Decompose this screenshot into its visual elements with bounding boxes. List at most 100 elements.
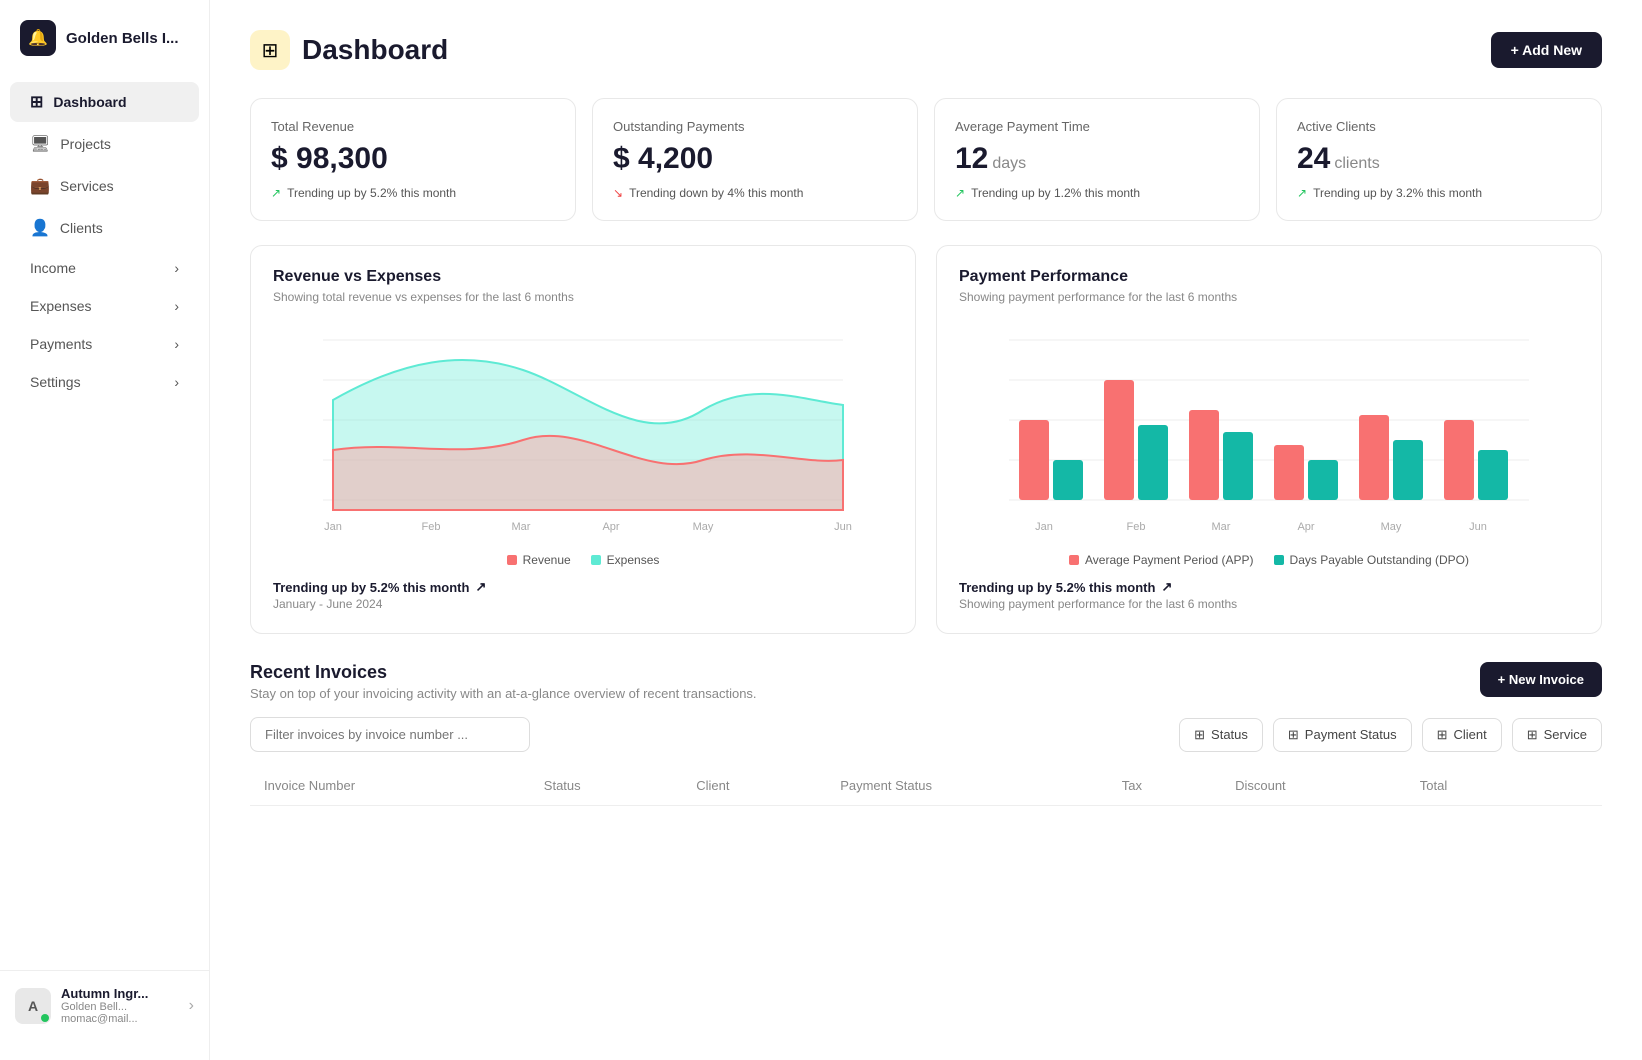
col-payment-status: Payment Status [826,766,1108,806]
add-new-button[interactable]: + Add New [1491,32,1602,68]
legend-dot [591,555,601,565]
stat-value: $ 4,200 [613,142,897,176]
filter-icon: ⊞ [1437,727,1448,743]
invoices-title: Recent Invoices [250,662,757,683]
stat-label: Active Clients [1297,119,1581,134]
svg-text:Jan: Jan [1035,521,1053,533]
search-input[interactable] [250,717,530,752]
chart-trend: Trending up by 5.2% this month ↗ [959,579,1579,595]
invoices-header: Recent Invoices Stay on top of your invo… [250,662,1602,701]
chart-date-range: January - June 2024 [273,597,893,611]
client-filter-button[interactable]: ⊞ Client [1422,718,1502,752]
invoices-toolbar: ⊞ Status ⊞ Payment Status ⊞ Client ⊞ Ser… [250,717,1602,752]
stat-value: 12days [955,142,1239,176]
invoices-section: Recent Invoices Stay on top of your invo… [250,662,1602,806]
stat-label: Outstanding Payments [613,119,897,134]
sidebar-section-income[interactable]: Income › [10,250,199,286]
stat-active-clients: Active Clients 24clients ↗ Trending up b… [1276,98,1602,221]
stats-grid: Total Revenue $ 98,300 ↗ Trending up by … [250,98,1602,221]
user-footer[interactable]: A Autumn Ingr... Golden Bell... momac@ma… [0,970,209,1040]
svg-text:May: May [1381,521,1402,533]
legend-dot [1274,555,1284,565]
chart-legend: Revenue Expenses [273,553,893,567]
stat-label: Average Payment Time [955,119,1239,134]
services-icon: 💼 [30,176,50,196]
page-title: Dashboard [302,34,448,66]
svg-text:Apr: Apr [1297,521,1314,533]
col-discount: Discount [1221,766,1406,806]
sidebar-item-label: Dashboard [53,94,126,110]
col-total: Total [1406,766,1536,806]
sidebar-item-services[interactable]: 💼 Services [10,166,199,206]
sidebar-item-label: Services [60,178,114,194]
sidebar-item-clients[interactable]: 👤 Clients [10,208,199,248]
legend-app: Average Payment Period (APP) [1069,553,1254,567]
trend-up-icon: ↗ [271,186,281,200]
new-invoice-button[interactable]: + New Invoice [1480,662,1602,697]
chart-legend: Average Payment Period (APP) Days Payabl… [959,553,1579,567]
invoices-title-block: Recent Invoices Stay on top of your invo… [250,662,757,701]
stat-label: Total Revenue [271,119,555,134]
projects-icon: 🖥 [30,134,50,154]
sidebar-item-dashboard[interactable]: ⊞ Dashboard [10,82,199,122]
invoices-subtitle: Stay on top of your invoicing activity w… [250,686,757,701]
svg-text:Mar: Mar [1212,521,1231,533]
col-client: Client [682,766,826,806]
sidebar: 🔔 Golden Bells I... ⊞ Dashboard 🖥 Projec… [0,0,210,1060]
user-company: Golden Bell... [61,1001,179,1013]
main-content: ⊞ Dashboard + Add New Total Revenue $ 98… [210,0,1642,1060]
sidebar-item-label: Projects [60,136,111,152]
user-name: Autumn Ingr... [61,986,179,1001]
chart-footer: Trending up by 5.2% this month ↗ January… [273,579,893,611]
trend-arrow-icon: ↗ [475,579,486,595]
clients-icon: 👤 [30,218,50,238]
sidebar-section-settings[interactable]: Settings › [10,364,199,400]
chart-subtitle: Showing payment performance for the last… [959,290,1579,304]
stat-outstanding-payments: Outstanding Payments $ 4,200 ↘ Trending … [592,98,918,221]
stat-trend: ↗ Trending up by 5.2% this month [271,186,555,200]
sidebar-logo: 🔔 Golden Bells I... [0,20,209,80]
col-invoice-number: Invoice Number [250,766,530,806]
user-info: Autumn Ingr... Golden Bell... momac@mail… [61,986,179,1025]
stat-trend: ↘ Trending down by 4% this month [613,186,897,200]
revenue-chart-card: Revenue vs Expenses Showing total revenu… [250,245,916,634]
col-actions [1536,766,1602,806]
trend-down-icon: ↘ [613,186,623,200]
chart-subtitle: Showing total revenue vs expenses for th… [273,290,893,304]
service-filter-button[interactable]: ⊞ Service [1512,718,1602,752]
online-indicator [41,1014,49,1022]
sidebar-section-payments[interactable]: Payments › [10,326,199,362]
chevron-down-icon: › [189,997,194,1015]
stat-value: 24clients [1297,142,1581,176]
user-email: momac@mail... [61,1013,179,1025]
chevron-down-icon: › [174,336,179,352]
chart-title: Revenue vs Expenses [273,268,893,286]
charts-row: Revenue vs Expenses Showing total revenu… [250,245,1602,634]
status-filter-button[interactable]: ⊞ Status [1179,718,1263,752]
payment-chart-card: Payment Performance Showing payment perf… [936,245,1602,634]
svg-text:Jun: Jun [1469,521,1487,533]
main-nav: ⊞ Dashboard 🖥 Projects 💼 Services 👤 Clie… [0,80,209,402]
table-header-row: Invoice Number Status Client Payment Sta… [250,766,1602,806]
legend-dot [507,555,517,565]
filter-icon: ⊞ [1194,727,1205,743]
svg-text:Feb: Feb [422,521,441,533]
revenue-chart: Jan Feb Mar Apr May Jun [273,320,893,540]
dashboard-title-icon: ⊞ [250,30,290,70]
sidebar-item-label: Clients [60,220,103,236]
trend-up-icon: ↗ [1297,186,1307,200]
chart-title: Payment Performance [959,268,1579,286]
stat-avg-payment-time: Average Payment Time 12days ↗ Trending u… [934,98,1260,221]
dashboard-icon: ⊞ [30,92,43,112]
svg-text:May: May [693,521,714,533]
stat-trend: ↗ Trending up by 1.2% this month [955,186,1239,200]
stat-trend: ↗ Trending up by 3.2% this month [1297,186,1581,200]
chart-trend-sub: Showing payment performance for the last… [959,597,1579,611]
payment-status-filter-button[interactable]: ⊞ Payment Status [1273,718,1412,752]
svg-text:Apr: Apr [602,521,619,533]
filter-icon: ⊞ [1527,727,1538,743]
chart-footer: Trending up by 5.2% this month ↗ Showing… [959,579,1579,611]
col-tax: Tax [1108,766,1221,806]
sidebar-section-expenses[interactable]: Expenses › [10,288,199,324]
sidebar-item-projects[interactable]: 🖥 Projects [10,124,199,164]
